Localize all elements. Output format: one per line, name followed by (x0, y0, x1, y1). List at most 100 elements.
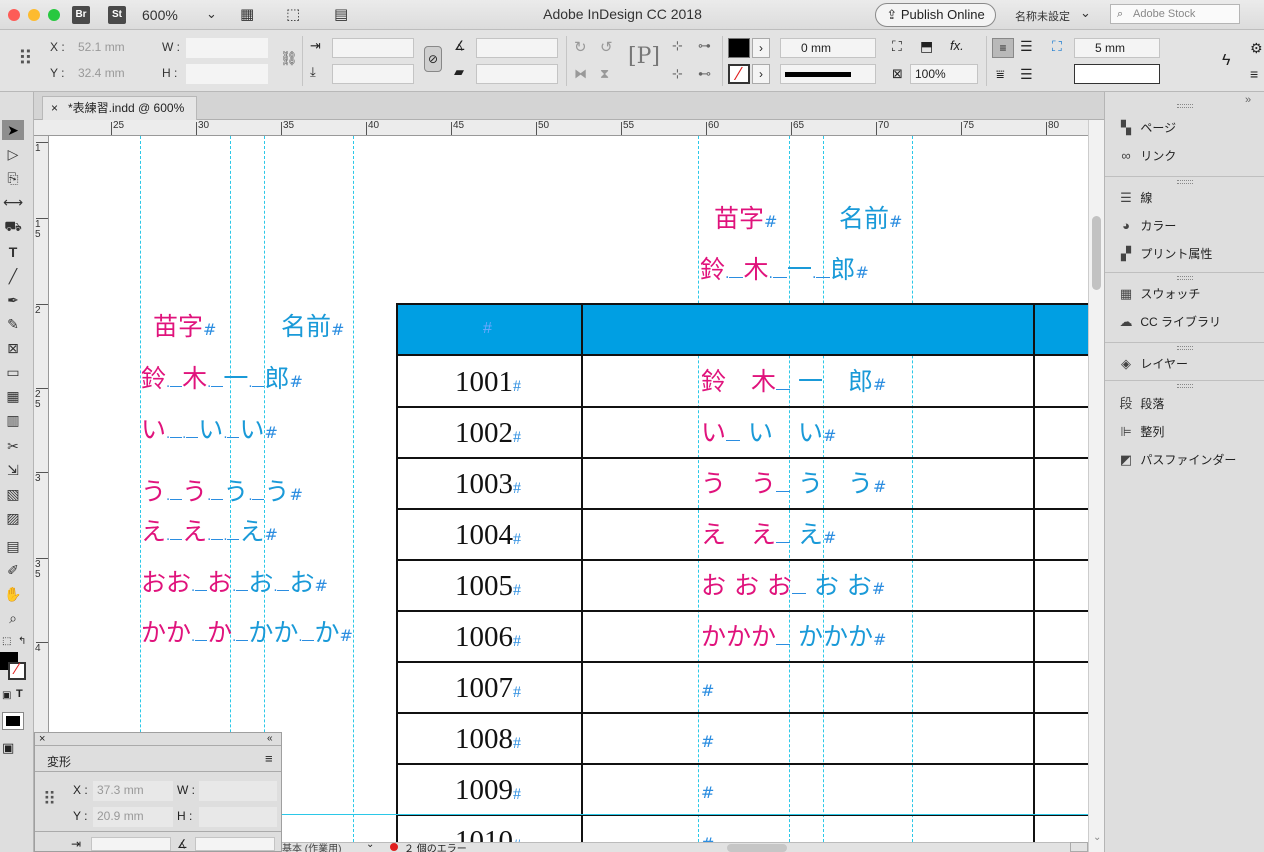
pen-tool-icon[interactable]: ✒ (2, 290, 24, 310)
fill-swatch[interactable] (728, 38, 750, 58)
opacity-field[interactable]: 100% (910, 64, 978, 84)
panel-item[interactable]: ◈ レイヤー (1115, 354, 1188, 374)
direct-selection-icon[interactable]: ▷ (2, 144, 24, 164)
eyedropper-icon[interactable]: ✐ (2, 560, 24, 580)
flip-horizontal-icon[interactable]: ⧓ (574, 66, 587, 82)
table-row[interactable]: 1008# (455, 724, 521, 759)
table-row[interactable]: 1003# (455, 469, 521, 504)
transform-x-field[interactable]: 37.3 mm (93, 781, 173, 801)
gap-tool-icon[interactable]: ⟷ (2, 192, 24, 212)
spacing-field[interactable]: 5 mm (1074, 38, 1160, 58)
panel-item[interactable]: ▦ スウォッチ (1115, 284, 1201, 304)
left-name-row[interactable]: い.. い. い# (141, 415, 278, 450)
table-row[interactable]: 1004# (455, 520, 521, 555)
chevron-right-icon[interactable]: › (752, 38, 770, 58)
stock-button[interactable]: St (108, 6, 126, 24)
free-transform-icon[interactable]: ⇲ (2, 460, 24, 480)
chevron-down-icon[interactable]: ⌄ (366, 843, 374, 850)
left-name-row[interactable]: おお. お. お. お# (141, 568, 328, 603)
grid-tool-icon[interactable]: ▥ (2, 410, 24, 430)
view-options-icon[interactable]: ▦ (240, 5, 254, 23)
chevron-down-icon[interactable]: ⌄ (1080, 5, 1091, 21)
name-cell[interactable]: え え え# (701, 520, 836, 553)
stroke-type-select[interactable] (780, 64, 876, 84)
panel-item[interactable]: ◕ カラー (1115, 216, 1176, 236)
transform-w-field[interactable] (199, 781, 277, 801)
scroll-thumb[interactable] (1092, 216, 1101, 290)
panel-item[interactable]: ☰ 線 (1115, 188, 1152, 208)
table-row[interactable]: 1002# (455, 418, 521, 453)
panel-grip[interactable] (1177, 180, 1193, 184)
scissors-icon[interactable]: ✂ (2, 436, 24, 456)
stroke-none-swatch[interactable]: ⁄ (728, 64, 750, 84)
transform-rotation-field[interactable] (195, 837, 275, 851)
right-family-header[interactable]: 苗字# (714, 204, 777, 237)
apply-color-icon[interactable] (2, 712, 24, 730)
note-tool-icon[interactable]: ▤ (2, 536, 24, 556)
left-name-row[interactable]: 鈴. 木. 一. 郎# (141, 364, 303, 399)
line-tool-icon[interactable]: ╱ (2, 266, 24, 286)
left-family-header[interactable]: 苗字# (153, 312, 216, 345)
pasteboard-toggle-icon[interactable] (1070, 842, 1088, 852)
align-bottom-icon[interactable]: ⩸ (996, 66, 1005, 83)
preflight-profile[interactable]: 基本 (作業用) (282, 843, 341, 852)
formatting-text-icon[interactable]: T (16, 688, 23, 700)
content-collector-icon[interactable]: ⛟ (2, 216, 24, 236)
table-row[interactable]: 1009# (455, 775, 521, 810)
default-colors-icon[interactable]: ⬚ (2, 636, 11, 647)
transform-scale-field[interactable] (91, 837, 171, 851)
formatting-container-icon[interactable]: ▣ (2, 690, 11, 701)
table-row[interactable]: 1006# (455, 622, 521, 657)
transform-h-field[interactable] (199, 807, 277, 827)
panel-grip[interactable] (1177, 104, 1193, 108)
select-next-icon[interactable]: ⊷ (698, 66, 711, 82)
right-given-header[interactable]: 名前# (839, 204, 902, 237)
panel-grip[interactable] (1177, 276, 1193, 280)
table-header-row[interactable] (397, 304, 1088, 354)
name-cell[interactable]: い い い# (701, 418, 836, 451)
horizontal-ruler[interactable]: 25 30 35 40 45 50 55 60 65 70 75 80 (34, 120, 1088, 136)
gradient-feather-icon[interactable]: ▨ (2, 508, 24, 528)
close-window-button[interactable] (8, 9, 20, 21)
rotate-ccw-icon[interactable]: ↺ (600, 38, 613, 56)
bridge-button[interactable]: Br (72, 6, 90, 24)
fitting-icon[interactable]: ⛶ (892, 38, 902, 55)
name-cell[interactable]: う う う う# (701, 469, 886, 502)
chevron-down-icon[interactable]: ⌄ (1093, 832, 1101, 843)
rectangle-tool-icon[interactable]: ▭ (2, 362, 24, 382)
name-cell[interactable]: かかか かかか# (701, 622, 886, 655)
collapse-panels-icon[interactable]: » (1245, 94, 1251, 106)
quick-apply-icon[interactable]: ϟ (1222, 52, 1230, 70)
y-field[interactable]: 32.4 mm (74, 64, 156, 84)
name-cell[interactable]: # (701, 775, 714, 808)
panel-grip[interactable] (1177, 346, 1193, 350)
align-center-icon[interactable]: ☰ (1020, 38, 1033, 55)
horizontal-scroll-thumb[interactable] (727, 844, 787, 852)
page-tool-icon[interactable]: ⎘ (2, 168, 24, 188)
panel-item[interactable]: ▞ プリント属性 (1115, 244, 1212, 264)
scale-y-field[interactable] (332, 64, 414, 84)
rotate-cw-icon[interactable]: ↻ (574, 38, 587, 56)
panel-grip[interactable] (1177, 384, 1193, 388)
panel-item[interactable]: ∞ リンク (1115, 146, 1176, 166)
panel-item[interactable]: ▚ ページ (1115, 118, 1176, 138)
name-cell[interactable]: 鈴 木 一 郎# (701, 367, 886, 400)
name-cell[interactable]: # (701, 673, 714, 706)
selection-tool-icon[interactable]: ➤ (2, 120, 24, 140)
select-container-icon[interactable]: ⊹ (672, 38, 683, 54)
stroke-color-swatch[interactable]: ⁄ (8, 662, 26, 680)
w-field[interactable] (186, 38, 268, 58)
gradient-swatch-icon[interactable]: ▧ (2, 484, 24, 504)
rectangle-frame-icon[interactable]: ⊠ (2, 338, 24, 358)
table-row[interactable]: 1001# (455, 367, 521, 402)
align-top-icon[interactable]: ≡ (992, 38, 1014, 58)
minimize-window-button[interactable] (28, 9, 40, 21)
chevron-down-icon[interactable]: ⌄ (206, 6, 217, 22)
h-field[interactable] (186, 64, 268, 84)
panel-item[interactable]: ☁ CC ライブラリ (1115, 312, 1222, 332)
shear-field[interactable] (476, 64, 558, 84)
select-previous-icon[interactable]: ⊶ (698, 38, 711, 54)
swap-colors-icon[interactable]: ↰ (18, 636, 26, 647)
justify-vertical-icon[interactable]: ☰ (1020, 66, 1033, 83)
zoom-window-button[interactable] (48, 9, 60, 21)
